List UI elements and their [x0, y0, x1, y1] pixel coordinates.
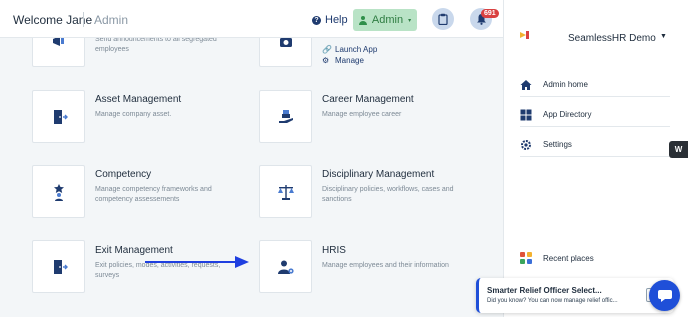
announcements-desc: Send announcements to all segregated emp…	[95, 35, 217, 55]
career-management-desc: Manage employee career	[322, 111, 402, 118]
home-icon	[520, 79, 532, 91]
admin-dropdown-button[interactable]: Admin ▾	[353, 9, 417, 31]
hris-desc: Manage employees and their information	[322, 262, 449, 269]
nav-settings[interactable]: Settings	[520, 135, 670, 157]
clipboard-button[interactable]	[432, 8, 454, 30]
header-divider	[83, 12, 84, 27]
hris-title[interactable]: HRIS	[322, 245, 346, 256]
hris-icon-tile[interactable]	[259, 240, 312, 293]
nav-admin-home-label: Admin home	[543, 80, 588, 89]
competency-desc: Manage competency frameworks and compete…	[95, 185, 212, 205]
top-bar: Welcome Jane Admin ? Help Admin ▾ 691	[0, 0, 503, 38]
door-exit-icon	[53, 109, 68, 124]
competency-icon-tile[interactable]	[32, 165, 85, 218]
door-exit-icon	[53, 259, 68, 274]
recent-places-icon	[520, 252, 532, 264]
disciplinary-management-title[interactable]: Disciplinary Management	[322, 169, 434, 180]
user-gear-icon	[277, 260, 294, 274]
clipboard-icon	[438, 13, 448, 25]
right-panel: SeamlessHR Demo ▼ Admin home App Directo…	[503, 0, 688, 317]
competency-desc-line1: Manage competency frameworks and	[95, 186, 212, 193]
launch-app-label: Launch App	[335, 45, 378, 54]
app-links: 🔗 Launch App ⚙ Manage	[322, 44, 377, 66]
announcements-desc-line2: employees	[95, 46, 129, 53]
role-label: Admin	[94, 13, 129, 27]
gear-icon: ⚙	[322, 56, 330, 65]
side-widget-tab[interactable]: W	[669, 141, 688, 158]
asset-management-icon-tile[interactable]	[32, 90, 85, 143]
exit-management-title[interactable]: Exit Management	[95, 245, 173, 256]
person-icon	[358, 15, 367, 25]
manage-link[interactable]: ⚙ Manage	[322, 55, 377, 66]
help-icon: ?	[312, 15, 321, 25]
logo-mark-bar	[526, 31, 529, 39]
toast-body: Did you know? You can now manage relief …	[487, 298, 618, 304]
chat-icon	[657, 289, 672, 302]
disciplinary-management-icon-tile[interactable]	[259, 165, 312, 218]
link-icon: 🔗	[322, 45, 332, 54]
competency-title[interactable]: Competency	[95, 169, 151, 180]
competency-desc-line2: competency assessements	[95, 196, 180, 203]
manage-label: Manage	[335, 56, 364, 65]
company-logo	[517, 14, 562, 56]
nav-settings-label: Settings	[543, 140, 572, 149]
help-link[interactable]: ? Help	[312, 14, 348, 26]
chat-button[interactable]	[649, 280, 680, 311]
grid-icon	[520, 109, 532, 121]
exit-desc-line2: surveys	[95, 272, 120, 279]
company-name[interactable]: SeamlessHR Demo	[568, 33, 656, 44]
disciplinary-management-desc: Disciplinary policies, workflows, cases …	[322, 185, 454, 205]
disciplinary-desc-line1: Disciplinary policies, workflows, cases …	[322, 186, 454, 193]
nav-admin-home[interactable]: Admin home	[520, 75, 670, 97]
gear-icon	[520, 139, 532, 151]
company-caret-icon[interactable]: ▼	[660, 33, 667, 40]
notification-badge: 691	[481, 9, 499, 18]
notification-toast[interactable]: Smarter Relief Officer Select... Did you…	[476, 278, 674, 313]
career-management-title[interactable]: Career Management	[322, 94, 414, 105]
career-hand-icon	[278, 109, 293, 123]
exit-management-icon-tile[interactable]	[32, 240, 85, 293]
asset-management-title[interactable]: Asset Management	[95, 94, 181, 105]
launch-app-link[interactable]: 🔗 Launch App	[322, 44, 377, 55]
star-person-icon	[53, 183, 64, 201]
nav-app-directory-label: App Directory	[543, 110, 592, 119]
recent-places[interactable]: Recent places	[520, 252, 594, 264]
asset-management-desc: Manage company asset.	[95, 111, 172, 118]
disciplinary-desc-line2: sanctions	[322, 196, 352, 203]
career-management-icon-tile[interactable]	[259, 90, 312, 143]
annotation-arrow	[145, 256, 249, 268]
chevron-down-icon: ▾	[408, 17, 412, 24]
help-label: Help	[325, 14, 348, 26]
nav-app-directory[interactable]: App Directory	[520, 105, 670, 127]
toast-title: Smarter Relief Officer Select...	[487, 286, 602, 295]
recent-places-label: Recent places	[543, 253, 594, 263]
scales-icon	[277, 184, 294, 200]
welcome-text: Welcome Jane	[13, 13, 93, 27]
admin-label: Admin	[371, 14, 404, 26]
